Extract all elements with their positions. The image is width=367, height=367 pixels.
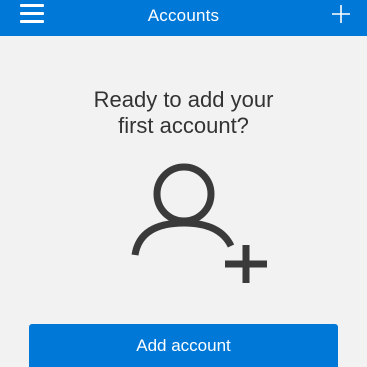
add-account-plus-button[interactable] [329, 2, 353, 26]
empty-state-message: Ready to add your first account? [0, 87, 367, 139]
plus-icon [332, 5, 350, 23]
empty-state-line-2: first account? [118, 113, 249, 138]
top-app-bar: Accounts [0, 0, 367, 36]
empty-state-line-1: Ready to add your [93, 87, 274, 112]
page-title: Accounts [147, 6, 220, 25]
add-person-icon [131, 163, 267, 283]
add-account-button[interactable]: Add account [29, 324, 338, 367]
